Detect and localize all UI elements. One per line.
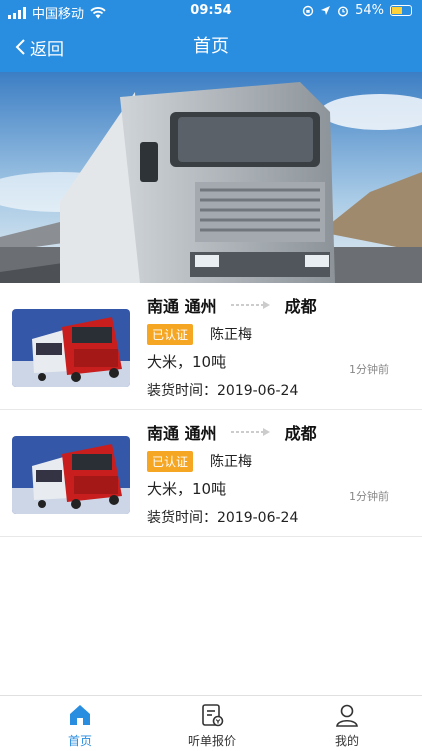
contact-name: 陈正梅 bbox=[210, 327, 252, 343]
origin: 南通 通州 bbox=[147, 297, 217, 316]
tab-bar: 首页 听单报价 我的 bbox=[0, 695, 422, 750]
tab-profile-label: 我的 bbox=[334, 734, 359, 748]
truck-thumbnail bbox=[12, 436, 130, 514]
route: 南通 通州 成都 bbox=[147, 420, 317, 444]
tab-home[interactable]: 首页 bbox=[10, 696, 150, 751]
origin: 南通 通州 bbox=[147, 424, 217, 443]
list-item[interactable]: 南通 通州 成都 已认证 陈正梅 大米，10吨 装货时间：2019-06-24 … bbox=[0, 283, 422, 410]
tab-quote-label: 听单报价 bbox=[187, 734, 236, 748]
location-icon bbox=[321, 6, 331, 15]
cargo-info: 大米，10吨 bbox=[147, 480, 227, 498]
chevron-left-icon bbox=[15, 39, 25, 55]
tab-home-label: 首页 bbox=[67, 734, 92, 748]
user-icon bbox=[336, 704, 358, 727]
status-bar: 中国移动 09:54 54% bbox=[0, 0, 422, 22]
nav-bar: 首页 返回 bbox=[0, 22, 422, 72]
list-item[interactable]: 南通 通州 成都 已认证 陈正梅 大米，10吨 装货时间：2019-06-24 … bbox=[0, 410, 422, 537]
arrow-right-icon bbox=[230, 301, 270, 309]
back-button[interactable]: 返回 bbox=[14, 22, 64, 72]
posted-time: 1分钟前 bbox=[349, 363, 389, 376]
home-icon bbox=[70, 705, 90, 725]
back-label: 返回 bbox=[30, 39, 64, 60]
destination: 成都 bbox=[284, 297, 317, 316]
destination: 成都 bbox=[284, 424, 317, 443]
tab-profile[interactable]: 我的 bbox=[277, 696, 417, 751]
rotation-lock-icon bbox=[302, 5, 314, 16]
tab-quote[interactable]: 听单报价 bbox=[142, 696, 282, 751]
contact-name: 陈正梅 bbox=[210, 454, 252, 470]
banner-image[interactable] bbox=[0, 72, 422, 283]
posted-time: 1分钟前 bbox=[349, 490, 389, 503]
alarm-icon bbox=[338, 5, 349, 17]
verified-badge: 已认证 bbox=[147, 324, 194, 345]
load-date: 装货时间：2019-06-24 bbox=[147, 383, 299, 399]
truck-thumbnail bbox=[12, 309, 130, 387]
truck-banner-illustration bbox=[0, 72, 422, 283]
battery-icon bbox=[390, 5, 412, 16]
load-date: 装货时间：2019-06-24 bbox=[147, 510, 299, 526]
arrow-right-icon bbox=[230, 428, 270, 436]
order-list: 南通 通州 成都 已认证 陈正梅 大米，10吨 装货时间：2019-06-24 … bbox=[0, 283, 422, 537]
battery-percent: 54% bbox=[355, 3, 384, 18]
verified-badge: 已认证 bbox=[147, 451, 194, 472]
quote-icon bbox=[202, 704, 224, 727]
cargo-info: 大米，10吨 bbox=[147, 353, 227, 371]
route: 南通 通州 成都 bbox=[147, 293, 317, 317]
